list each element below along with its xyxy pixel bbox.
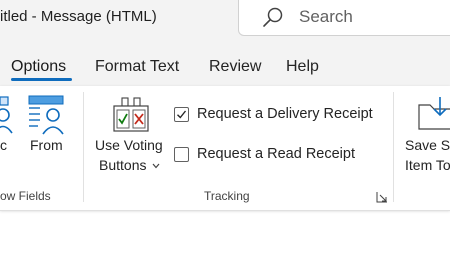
window-title: itled - Message (HTML) <box>0 8 157 25</box>
from-button[interactable]: From <box>26 92 70 162</box>
delivery-receipt-checkbox[interactable] <box>174 106 189 122</box>
checkmark-icon <box>177 110 187 119</box>
active-tab-indicator <box>11 78 72 81</box>
voting-buttons-icon <box>113 97 149 132</box>
delivery-receipt-checkbox-row[interactable]: Request a Delivery Receipt <box>174 103 373 125</box>
dialog-launcher-icon[interactable] <box>376 191 388 203</box>
read-receipt-label: Request a Read Receipt <box>197 146 355 162</box>
show-fields-group-label: ow Fields <box>0 189 51 203</box>
bcc-person-icon <box>0 96 13 134</box>
delivery-receipt-label: Request a Delivery Receipt <box>197 106 373 122</box>
group-separator-2 <box>393 92 394 202</box>
voting-label-line1: Use Voting <box>95 137 163 153</box>
search-icon <box>263 7 283 27</box>
search-box[interactable]: Search <box>238 0 450 36</box>
from-label: From <box>30 137 63 153</box>
tab-format-text[interactable]: Format Text <box>95 58 179 76</box>
group-separator <box>83 92 84 202</box>
save-sent-item-button[interactable]: Save Se Item To <box>400 92 450 178</box>
tab-review[interactable]: Review <box>209 58 261 76</box>
partial-field-label: c <box>0 137 7 153</box>
title-bar: itled - Message (HTML) Search <box>0 0 450 46</box>
tracking-group-label: Tracking <box>204 189 250 203</box>
search-placeholder: Search <box>299 7 353 26</box>
read-receipt-checkbox-row[interactable]: Request a Read Receipt <box>174 143 355 165</box>
use-voting-buttons-button[interactable]: Use Voting Buttons <box>92 92 170 178</box>
save-sent-label-line1: Save Se <box>405 137 450 153</box>
folder-arrow-icon <box>418 97 450 130</box>
chevron-down-icon <box>152 163 160 169</box>
from-person-icon <box>28 95 64 135</box>
partial-field-button[interactable]: c <box>0 92 20 162</box>
ribbon-bottom-border <box>0 210 450 211</box>
voting-label-line2: Buttons <box>99 157 147 173</box>
read-receipt-checkbox[interactable] <box>174 146 189 162</box>
tab-options[interactable]: Options <box>11 58 66 76</box>
tab-help[interactable]: Help <box>286 58 319 76</box>
save-sent-label-line2: Item To <box>405 157 450 173</box>
